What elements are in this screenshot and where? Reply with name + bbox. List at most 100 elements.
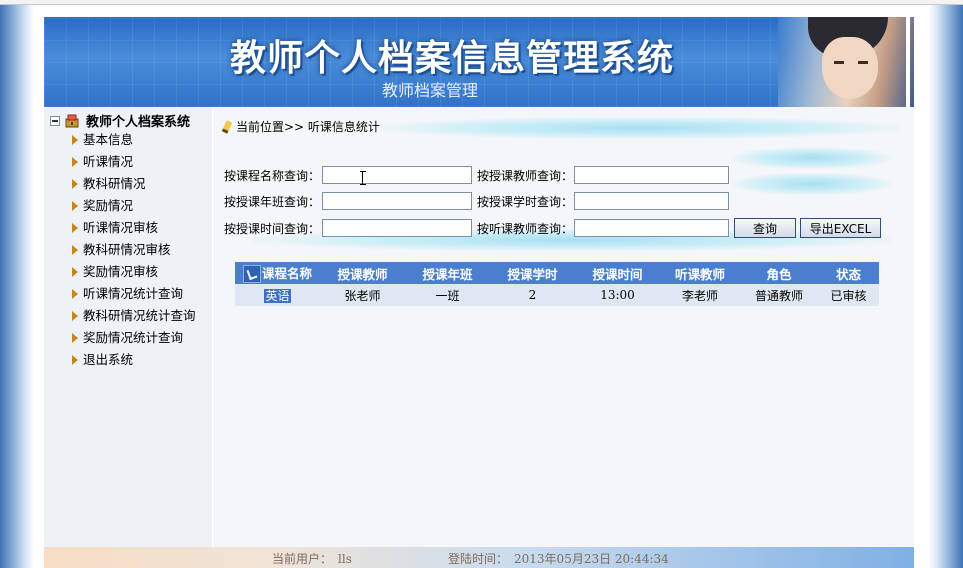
sidebar: 教师个人档案系统 基本信息 听课情况 教科研情况 奖励情况 听课情况审核 教科研… bbox=[44, 107, 213, 547]
listener-label: 按听课教师查询： bbox=[477, 221, 574, 236]
search-row-3: 按授课时间查询： 按听课教师查询： 查询 导出EXCEL bbox=[224, 218, 881, 238]
top-edge bbox=[0, 0, 963, 5]
tree-root-label: 教师个人档案系统 bbox=[86, 115, 191, 130]
table-row[interactable]: 英语 张老师 一班 2 13:00 李老师 普通教师 已审核 bbox=[235, 284, 879, 306]
breadcrumb-text: 当前位置>> 听课信息统计 bbox=[236, 120, 380, 134]
column-header-role[interactable]: 角色 bbox=[740, 262, 818, 284]
sidebar-item-label[interactable]: 听课情况 bbox=[83, 151, 133, 173]
sidebar-item-logout[interactable]: 退出系统 bbox=[72, 349, 196, 371]
search-row-2: 按授课年班查询： 按授课学时查询： bbox=[224, 192, 729, 210]
current-user: 当前用户： lls bbox=[272, 550, 352, 567]
cell-time: 13:00 bbox=[575, 284, 660, 306]
tree-root[interactable]: 教师个人档案系统 bbox=[50, 111, 190, 130]
login-time-label: 登陆时间： bbox=[448, 552, 509, 566]
sidebar-item-research[interactable]: 教科研情况 bbox=[72, 173, 196, 195]
check-icon bbox=[242, 265, 261, 284]
column-header-status[interactable]: 状态 bbox=[818, 262, 879, 284]
class-input[interactable] bbox=[322, 192, 472, 210]
sidebar-item-label[interactable]: 听课情况审核 bbox=[83, 217, 158, 239]
sidebar-item-label[interactable]: 奖励情况统计查询 bbox=[83, 327, 183, 349]
current-user-label: 当前用户： bbox=[272, 552, 333, 566]
cell-hours: 2 bbox=[490, 284, 575, 306]
column-header-course[interactable]: 课程名称 bbox=[235, 262, 320, 284]
sidebar-item-awards-stats[interactable]: 奖励情况统计查询 bbox=[72, 327, 196, 349]
sidebar-item-lecture-stats[interactable]: 听课情况统计查询 bbox=[72, 283, 196, 305]
sidebar-menu: 基本信息 听课情况 教科研情况 奖励情况 听课情况审核 教科研情况审核 奖励情况… bbox=[72, 129, 196, 371]
query-button[interactable]: 查询 bbox=[734, 218, 796, 238]
cell-class: 一班 bbox=[405, 284, 490, 306]
column-header-teacher[interactable]: 授课教师 bbox=[320, 262, 405, 284]
arrow-right-icon bbox=[72, 135, 78, 145]
arrow-right-icon bbox=[72, 355, 78, 365]
system-title: 教师个人档案信息管理系统 bbox=[230, 37, 675, 79]
column-header-listener[interactable]: 听课教师 bbox=[660, 262, 740, 284]
sidebar-item-basic-info[interactable]: 基本信息 bbox=[72, 129, 196, 151]
table-header-row: 课程名称 授课教师 授课年班 授课学时 授课时间 听课教师 角色 状态 bbox=[235, 262, 879, 284]
decorative-glow bbox=[732, 147, 892, 169]
time-label: 按授课时间查询： bbox=[224, 221, 321, 236]
teacher-input[interactable] bbox=[574, 166, 729, 184]
system-subtitle: 教师档案管理 bbox=[382, 81, 479, 100]
status-footer: 当前用户： lls 登陆时间： 2013年05月23日 20:44:34 bbox=[44, 547, 914, 568]
banner-photo bbox=[778, 17, 914, 107]
sidebar-item-awards[interactable]: 奖励情况 bbox=[72, 195, 196, 217]
photo-eye bbox=[858, 61, 868, 64]
column-header-time[interactable]: 授课时间 bbox=[575, 262, 660, 284]
photo-face bbox=[822, 37, 878, 99]
sidebar-item-label[interactable]: 奖励情况 bbox=[83, 195, 133, 217]
sidebar-item-lecture-attendance[interactable]: 听课情况 bbox=[72, 151, 196, 173]
main-content: 当前位置>> 听课信息统计 按课程名称查询： 按授课教师查询： 按授课年班查询：… bbox=[212, 107, 914, 547]
archive-box-icon bbox=[64, 113, 80, 129]
sidebar-item-label[interactable]: 教科研情况 bbox=[83, 173, 146, 195]
hours-input[interactable] bbox=[574, 192, 729, 210]
login-time: 登陆时间： 2013年05月23日 20:44:34 bbox=[448, 550, 669, 567]
column-header-label: 课程名称 bbox=[261, 265, 312, 281]
header-banner: 教师个人档案信息管理系统 教师档案管理 bbox=[44, 17, 914, 107]
right-scalloped-border bbox=[925, 0, 935, 568]
collapse-icon[interactable] bbox=[50, 115, 60, 126]
cell-status: 已审核 bbox=[818, 284, 879, 306]
course-name-input[interactable] bbox=[322, 166, 472, 184]
class-label: 按授课年班查询： bbox=[224, 194, 321, 209]
column-header-hours[interactable]: 授课学时 bbox=[490, 262, 575, 284]
hours-label: 按授课学时查询： bbox=[477, 194, 574, 209]
sidebar-item-label[interactable]: 奖励情况审核 bbox=[83, 261, 158, 283]
sidebar-item-label[interactable]: 教科研情况统计查询 bbox=[83, 305, 196, 327]
app-frame: 教师个人档案信息管理系统 教师档案管理 教师个人档案系统 基本信息 听课情况 教… bbox=[44, 17, 914, 568]
sidebar-item-label[interactable]: 基本信息 bbox=[83, 129, 133, 151]
arrow-right-icon bbox=[72, 157, 78, 167]
export-excel-button[interactable]: 导出EXCEL bbox=[800, 218, 881, 238]
cell-teacher: 张老师 bbox=[320, 284, 405, 306]
decorative-glow bbox=[380, 117, 900, 139]
cell-course[interactable]: 英语 bbox=[235, 284, 320, 306]
cell-role: 普通教师 bbox=[740, 284, 818, 306]
arrow-right-icon bbox=[72, 333, 78, 343]
photo-eye bbox=[834, 61, 844, 64]
sidebar-item-label[interactable]: 退出系统 bbox=[83, 349, 133, 371]
breadcrumb: 当前位置>> 听课信息统计 bbox=[221, 118, 380, 135]
search-row-1: 按课程名称查询： 按授课教师查询： bbox=[224, 166, 729, 184]
sidebar-item-lecture-review[interactable]: 听课情况审核 bbox=[72, 217, 196, 239]
teacher-label: 按授课教师查询： bbox=[477, 168, 574, 183]
course-name-label: 按课程名称查询： bbox=[224, 168, 321, 183]
arrow-right-icon bbox=[72, 267, 78, 277]
time-input[interactable] bbox=[322, 219, 472, 237]
sidebar-item-research-review[interactable]: 教科研情况审核 bbox=[72, 239, 196, 261]
arrow-right-icon bbox=[72, 245, 78, 255]
results-table: 课程名称 授课教师 授课年班 授课学时 授课时间 听课教师 角色 状态 英语 张… bbox=[235, 262, 879, 306]
sidebar-item-awards-review[interactable]: 奖励情况审核 bbox=[72, 261, 196, 283]
arrow-right-icon bbox=[72, 289, 78, 299]
sidebar-item-label[interactable]: 教科研情况审核 bbox=[83, 239, 171, 261]
photo-stripe bbox=[906, 17, 910, 107]
current-user-value: lls bbox=[338, 552, 352, 566]
decorative-glow bbox=[732, 173, 892, 195]
arrow-right-icon bbox=[72, 201, 78, 211]
left-scalloped-border bbox=[29, 0, 39, 568]
arrow-right-icon bbox=[72, 179, 78, 189]
selected-text[interactable]: 英语 bbox=[264, 288, 291, 303]
cell-listener: 李老师 bbox=[660, 284, 740, 306]
column-header-class[interactable]: 授课年班 bbox=[405, 262, 490, 284]
sidebar-item-label[interactable]: 听课情况统计查询 bbox=[83, 283, 183, 305]
listener-input[interactable] bbox=[574, 219, 729, 237]
sidebar-item-research-stats[interactable]: 教科研情况统计查询 bbox=[72, 305, 196, 327]
